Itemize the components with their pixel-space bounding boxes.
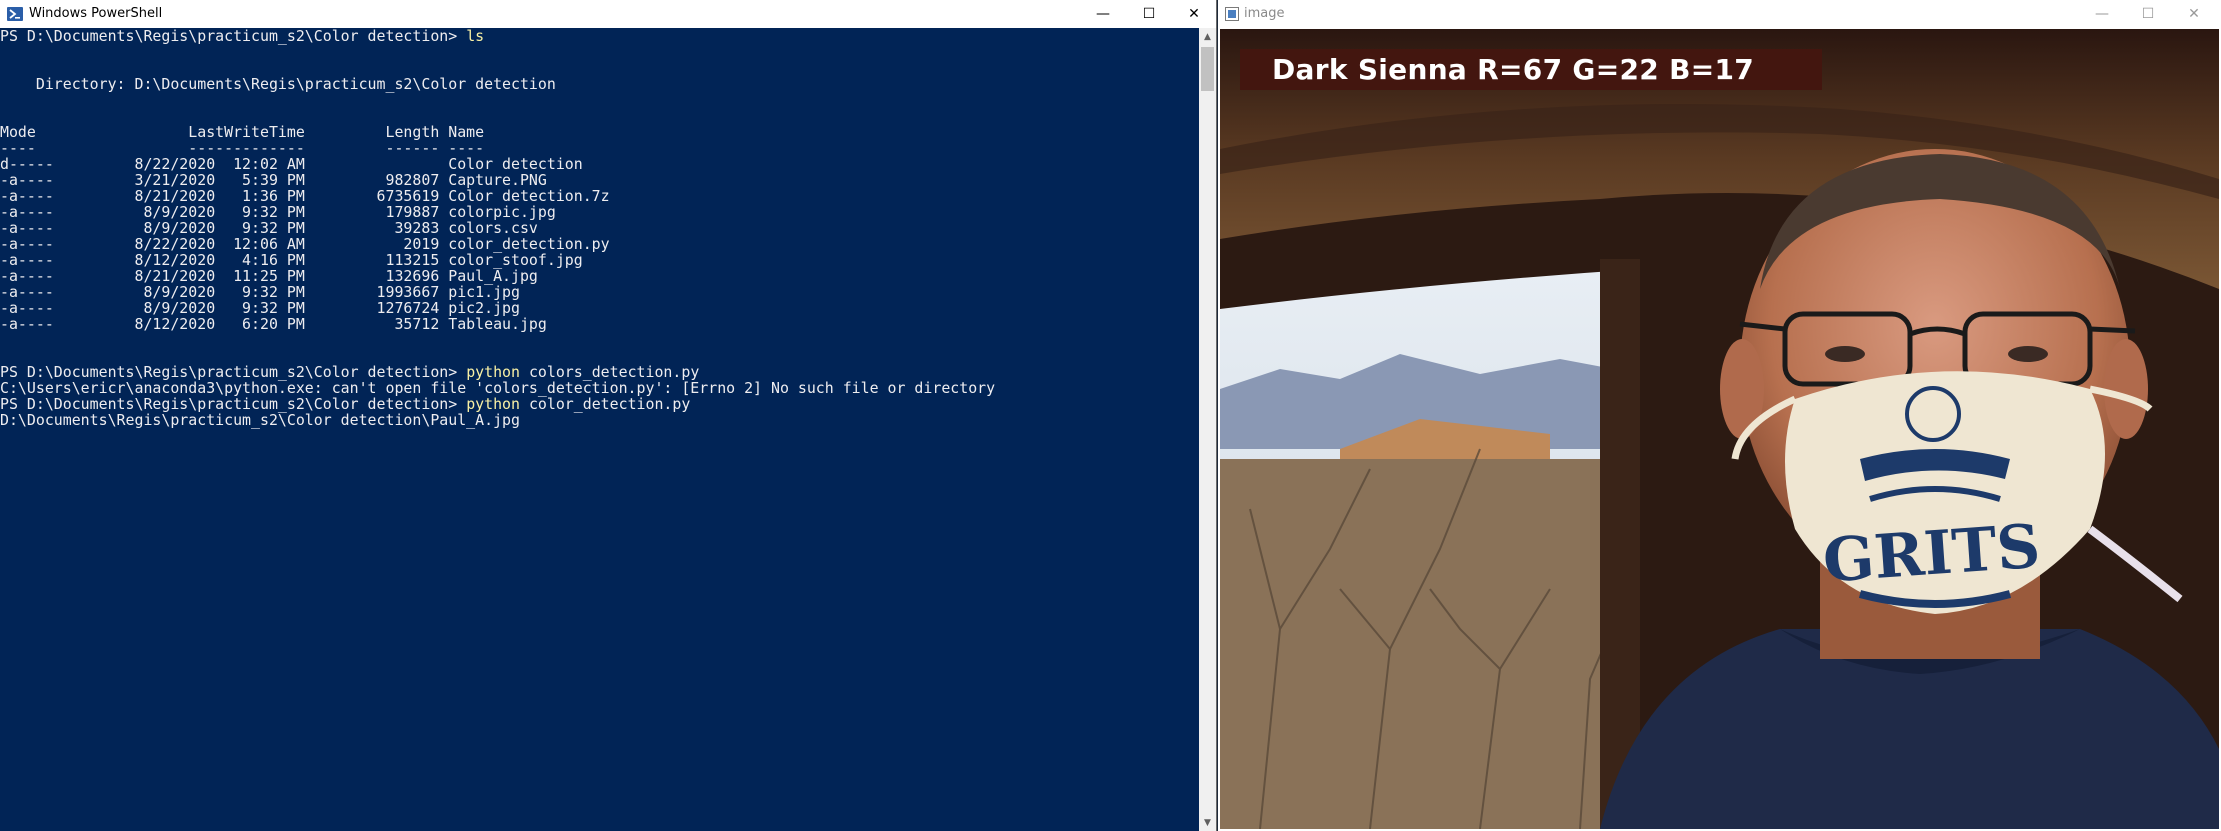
- image-window-icon: [1225, 7, 1239, 21]
- image-titlebar[interactable]: image — ☐ ✕: [1218, 0, 2221, 28]
- console-line: Mode LastWriteTime Length Name: [0, 123, 485, 141]
- console-line: PS D:\Documents\Regis\practicum_s2\Color…: [0, 28, 1199, 44]
- console-line: D:\Documents\Regis\practicum_s2\Color de…: [0, 411, 520, 429]
- image-maximize-button[interactable]: ☐: [2125, 0, 2171, 28]
- console-line: C:\Users\ericr\anaconda3\python.exe: can…: [0, 379, 996, 397]
- console-line: -a---- 8/9/2020 9:32 PM 39283 colors.csv: [0, 219, 538, 237]
- minimize-icon: —: [1096, 6, 1110, 22]
- photo-canvas[interactable]: GRITS Dark Sienna R=67 G=22 B=17: [1220, 29, 2219, 829]
- console-line: -a---- 8/12/2020 6:20 PM 35712 Tableau.j…: [0, 315, 547, 333]
- console-line: -a---- 3/21/2020 5:39 PM 982807 Capture.…: [0, 171, 547, 189]
- scrollbar-thumb[interactable]: [1201, 47, 1214, 91]
- console-prompt: PS D:\Documents\Regis\practicum_s2\Color…: [0, 28, 467, 45]
- close-icon: ✕: [1188, 6, 1200, 22]
- powershell-window[interactable]: Windows PowerShell — ☐ ✕ PS D:\Documents…: [0, 0, 1217, 831]
- image-window[interactable]: image — ☐ ✕ GRITS Dark Sienna R=67 G=22 …: [1218, 0, 2221, 831]
- close-button[interactable]: ✕: [1171, 0, 1217, 28]
- console-line: -a---- 8/21/2020 1:36 PM 6735619 Color d…: [0, 187, 610, 205]
- console-line: ---- ------------- ------ ----: [0, 139, 485, 157]
- powershell-icon: [7, 7, 23, 21]
- console-line: -a---- 8/9/2020 9:32 PM 1993667 pic1.jpg: [0, 283, 520, 301]
- minimize-button[interactable]: —: [1080, 0, 1126, 28]
- console-line: PS D:\Documents\Regis\practicum_s2\Color…: [0, 364, 1199, 380]
- console-command-args: color_detection.py: [519, 395, 691, 413]
- console-line: -a---- 8/9/2020 9:32 PM 179887 colorpic.…: [0, 203, 556, 221]
- console-scrollbar[interactable]: ▲ ▼: [1199, 28, 1216, 831]
- close-icon: ✕: [2188, 6, 2200, 22]
- console-line: PS D:\Documents\Regis\practicum_s2\Color…: [0, 396, 1199, 412]
- console-line: -a---- 8/21/2020 11:25 PM 132696 Paul_A.…: [0, 267, 538, 285]
- console-line: Directory: D:\Documents\Regis\practicum_…: [0, 75, 556, 93]
- console-output[interactable]: PS D:\Documents\Regis\practicum_s2\Color…: [0, 28, 1199, 831]
- photo-of-masked-man: GRITS: [1220, 29, 2219, 829]
- image-close-button[interactable]: ✕: [2171, 0, 2217, 28]
- image-window-title: image: [1244, 6, 1285, 21]
- detected-color-label: Dark Sienna R=67 G=22 B=17: [1240, 49, 1822, 90]
- console-line: -a---- 8/9/2020 9:32 PM 1276724 pic2.jpg: [0, 299, 520, 317]
- scroll-up-icon[interactable]: ▲: [1199, 28, 1216, 45]
- image-minimize-button[interactable]: —: [2079, 0, 2125, 28]
- minimize-icon: —: [2095, 6, 2109, 22]
- console-line: -a---- 8/22/2020 12:06 AM 2019 color_det…: [0, 235, 610, 253]
- console-line: -a---- 8/12/2020 4:16 PM 113215 color_st…: [0, 251, 583, 269]
- maximize-icon: ☐: [2141, 6, 2155, 22]
- powershell-titlebar[interactable]: Windows PowerShell — ☐ ✕: [0, 0, 1216, 28]
- scroll-down-icon[interactable]: ▼: [1199, 814, 1216, 831]
- console-command: ls: [466, 28, 485, 45]
- maximize-button[interactable]: ☐: [1126, 0, 1172, 28]
- maximize-icon: ☐: [1142, 6, 1156, 22]
- console-line: d----- 8/22/2020 12:02 AM Color detectio…: [0, 155, 583, 173]
- powershell-title: Windows PowerShell: [29, 6, 163, 21]
